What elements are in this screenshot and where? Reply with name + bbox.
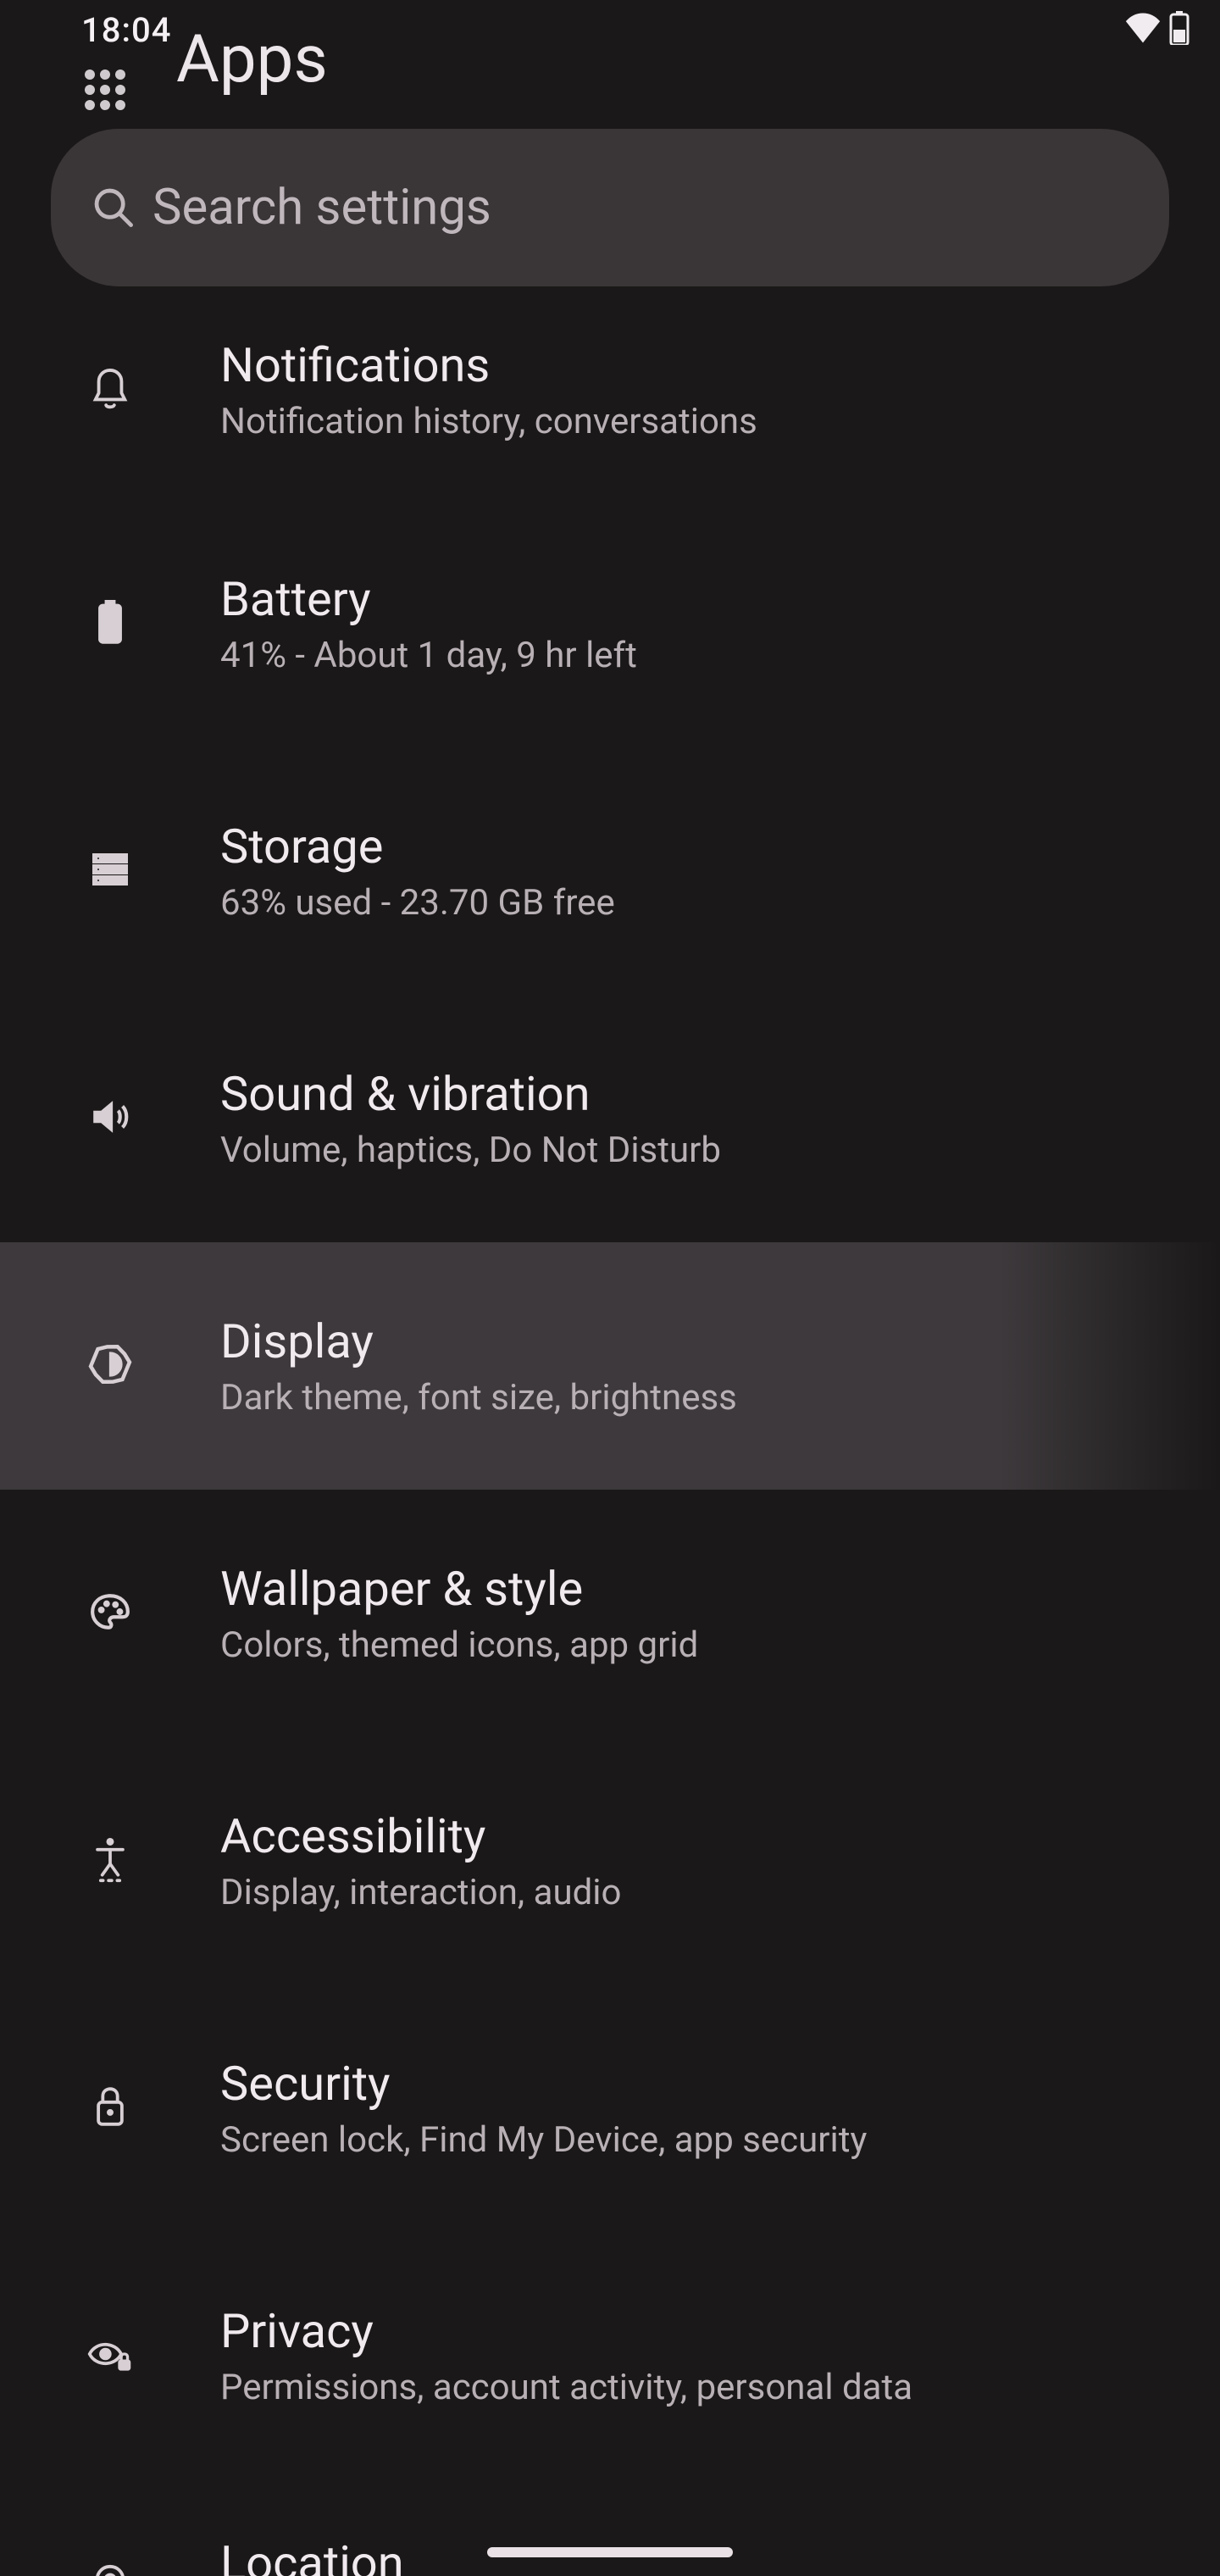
row-wallpaper[interactable]: Wallpaper & style Colors, themed icons, …: [0, 1490, 1220, 1737]
status-clock: 18:04: [81, 10, 171, 50]
search-icon: [75, 186, 152, 230]
row-subtitle: Screen lock, Find My Device, app securit…: [220, 2118, 1176, 2163]
location-icon: [93, 2563, 127, 2576]
storage-icon: [90, 849, 130, 893]
settings-list: Notifications Notification history, conv…: [0, 297, 1220, 2576]
wifi-icon: [1125, 13, 1161, 47]
row-title: Privacy: [220, 2301, 1176, 2361]
row-title: Storage: [220, 817, 1176, 876]
bell-icon: [91, 365, 130, 414]
battery-icon: [97, 600, 123, 647]
row-title: Accessibility: [220, 1807, 1176, 1866]
search-settings[interactable]: Search settings: [51, 129, 1169, 286]
row-title: Wallpaper & style: [220, 1559, 1176, 1618]
palette-icon: [89, 1591, 131, 1636]
row-sound[interactable]: Sound & vibration Volume, haptics, Do No…: [0, 995, 1220, 1242]
row-title: Sound & vibration: [220, 1064, 1176, 1124]
volume-icon: [89, 1096, 131, 1141]
row-battery[interactable]: Battery 41% - About 1 day, 9 hr left: [0, 500, 1220, 747]
lock-icon: [92, 2085, 128, 2132]
row-title: Display: [220, 1312, 1176, 1371]
search-placeholder: Search settings: [152, 179, 491, 236]
row-display[interactable]: Display Dark theme, font size, brightnes…: [0, 1242, 1220, 1490]
row-subtitle: 63% used - 23.70 GB free: [220, 881, 1176, 926]
row-title: Battery: [220, 569, 1176, 629]
row-subtitle: Display, interaction, audio: [220, 1871, 1176, 1916]
previous-section-title: Apps: [176, 31, 328, 90]
brightness-icon: [87, 1341, 133, 1391]
row-title: Security: [220, 2054, 1176, 2113]
accessibility-icon: [91, 1835, 130, 1886]
status-icons: [1125, 11, 1190, 48]
row-subtitle: Notification history, conversations: [220, 400, 1176, 445]
row-storage[interactable]: Storage 63% used - 23.70 GB free: [0, 747, 1220, 995]
row-location[interactable]: Location On - 16 apps have access to loc…: [0, 2479, 1220, 2576]
privacy-icon: [86, 2334, 134, 2377]
row-title: Notifications: [220, 336, 1176, 395]
nav-bar-handle[interactable]: [487, 2547, 733, 2557]
row-subtitle: Volume, haptics, Do Not Disturb: [220, 1129, 1176, 1174]
app-grid-icon[interactable]: [85, 69, 125, 110]
row-notifications[interactable]: Notifications Notification history, conv…: [0, 297, 1220, 500]
row-privacy[interactable]: Privacy Permissions, account activity, p…: [0, 2232, 1220, 2479]
battery-icon: [1169, 11, 1190, 48]
row-subtitle: Colors, themed icons, app grid: [220, 1624, 1176, 1668]
row-accessibility[interactable]: Accessibility Display, interaction, audi…: [0, 1737, 1220, 1985]
collapsed-header: Apps: [0, 64, 1220, 129]
row-subtitle: Dark theme, font size, brightness: [220, 1376, 1176, 1421]
row-subtitle: Permissions, account activity, personal …: [220, 2366, 1176, 2411]
row-subtitle: 41% - About 1 day, 9 hr left: [220, 634, 1176, 679]
row-security[interactable]: Security Screen lock, Find My Device, ap…: [0, 1985, 1220, 2232]
